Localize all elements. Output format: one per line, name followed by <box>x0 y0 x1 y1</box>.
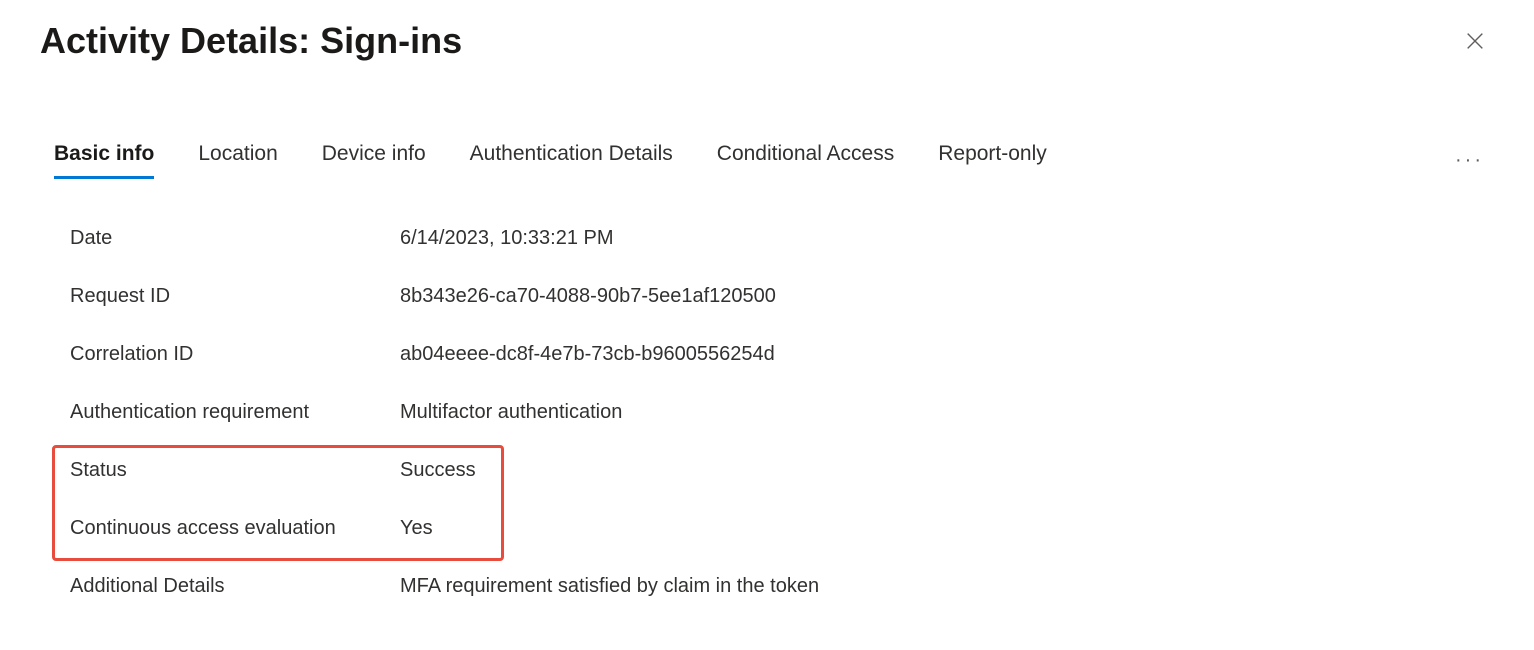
row-auth-requirement: Authentication requirement Multifactor a… <box>70 383 1494 441</box>
tab-conditional-access[interactable]: Conditional Access <box>717 142 894 179</box>
tabs-container: Basic info Location Device info Authenti… <box>54 142 1047 179</box>
value-auth-requirement: Multifactor authentication <box>400 401 622 424</box>
row-correlation-id: Correlation ID ab04eeee-dc8f-4e7b-73cb-b… <box>70 325 1494 383</box>
value-status: Success <box>400 459 476 482</box>
panel-header: Activity Details: Sign-ins <box>40 20 1494 62</box>
value-request-id: 8b343e26-ca70-4088-90b7-5ee1af120500 <box>400 285 776 308</box>
tab-report-only[interactable]: Report-only <box>938 142 1047 179</box>
value-cae: Yes <box>400 517 433 540</box>
row-cae: Continuous access evaluation Yes <box>70 499 1494 557</box>
tab-device-info[interactable]: Device info <box>322 142 426 179</box>
label-request-id: Request ID <box>70 285 400 308</box>
row-request-id: Request ID 8b343e26-ca70-4088-90b7-5ee1a… <box>70 267 1494 325</box>
tab-location[interactable]: Location <box>198 142 277 179</box>
value-correlation-id: ab04eeee-dc8f-4e7b-73cb-b9600556254d <box>400 343 775 366</box>
tab-bar: Basic info Location Device info Authenti… <box>40 142 1494 179</box>
row-status: Status Success <box>70 441 1494 499</box>
more-button[interactable]: ··· <box>1445 143 1494 178</box>
page-title: Activity Details: Sign-ins <box>40 20 462 62</box>
label-additional-details: Additional Details <box>70 575 400 598</box>
details-list: Date 6/14/2023, 10:33:21 PM Request ID 8… <box>40 209 1494 615</box>
label-cae: Continuous access evaluation <box>70 517 400 540</box>
tab-basic-info[interactable]: Basic info <box>54 142 154 179</box>
label-date: Date <box>70 227 400 250</box>
label-auth-requirement: Authentication requirement <box>70 401 400 424</box>
value-additional-details: MFA requirement satisfied by claim in th… <box>400 575 819 598</box>
close-icon <box>1464 30 1486 52</box>
value-date: 6/14/2023, 10:33:21 PM <box>400 227 614 250</box>
label-correlation-id: Correlation ID <box>70 343 400 366</box>
row-date: Date 6/14/2023, 10:33:21 PM <box>70 209 1494 267</box>
label-status: Status <box>70 459 400 482</box>
tab-authentication-details[interactable]: Authentication Details <box>470 142 673 179</box>
row-additional-details: Additional Details MFA requirement satis… <box>70 557 1494 615</box>
more-icon: ··· <box>1455 149 1484 171</box>
close-button[interactable] <box>1456 22 1494 60</box>
